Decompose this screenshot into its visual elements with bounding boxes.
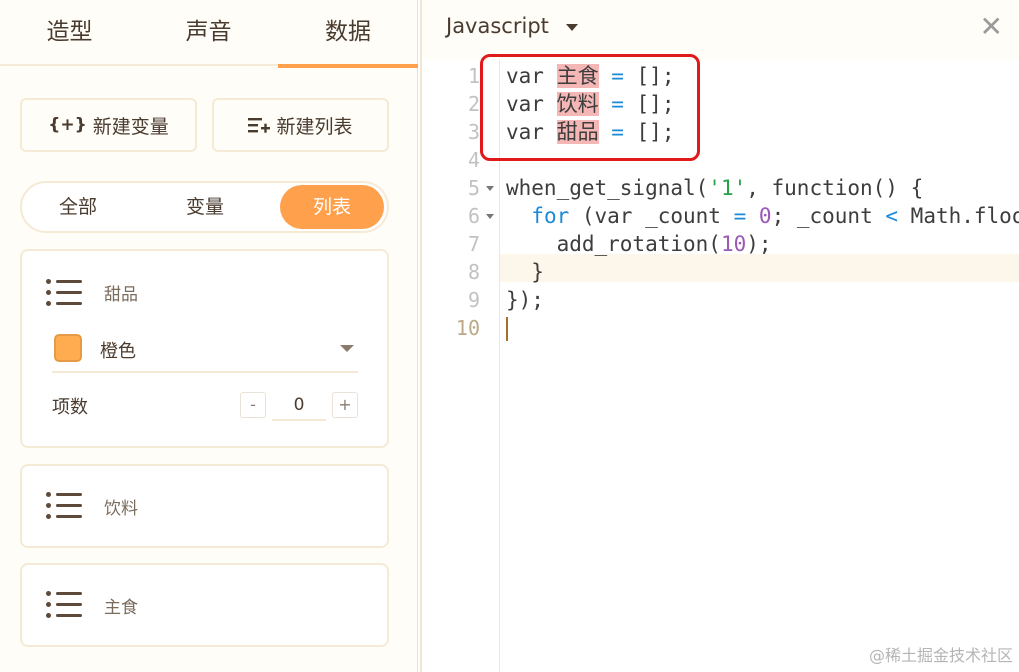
panel-tabs: 造型 声音 数据 bbox=[0, 0, 418, 68]
line-number: 3 bbox=[467, 120, 480, 144]
item-count-label: 项数 bbox=[52, 397, 88, 418]
chevron-down-icon bbox=[340, 345, 354, 352]
editor-header: Javascript ✕ bbox=[422, 0, 1019, 60]
color-swatch bbox=[54, 334, 82, 362]
filter-lists[interactable]: 列表 bbox=[280, 185, 384, 229]
add-list-icon bbox=[248, 118, 271, 133]
code-line: for (var _count = 0; _count < Math.floor bbox=[531, 204, 1019, 228]
list-name: 甜品 bbox=[104, 285, 138, 305]
line-number: 1 bbox=[467, 64, 480, 88]
line-number: 8 bbox=[467, 260, 480, 284]
line-number: 9 bbox=[467, 288, 480, 312]
fold-toggle-icon[interactable] bbox=[486, 214, 494, 219]
filter-variables[interactable]: 变量 bbox=[153, 185, 257, 229]
chevron-down-icon[interactable] bbox=[566, 24, 578, 31]
filter-all[interactable]: 全部 bbox=[26, 185, 130, 229]
fold-toggle-icon[interactable] bbox=[486, 186, 494, 191]
watermark: @稀土掘金技术社区 bbox=[868, 646, 1013, 665]
list-card-dessert[interactable]: 甜品 橙色 项数 - 0 + bbox=[20, 249, 389, 448]
code-line: } bbox=[506, 260, 544, 284]
line-number: 6 bbox=[467, 204, 480, 228]
line-number: 2 bbox=[467, 92, 480, 116]
list-card-staple[interactable]: 主食 bbox=[20, 563, 389, 647]
item-count-input[interactable]: 0 bbox=[272, 391, 326, 421]
tab-sound[interactable]: 声音 bbox=[139, 0, 278, 66]
text-cursor bbox=[506, 317, 508, 341]
code-line: add_rotation(10); bbox=[506, 232, 772, 256]
line-number: 7 bbox=[467, 232, 480, 256]
filter-segmented-control: 全部 变量 列表 bbox=[20, 181, 389, 233]
language-select[interactable]: Javascript bbox=[446, 14, 549, 38]
tab-costume[interactable]: 造型 bbox=[0, 0, 139, 66]
code-line: when_get_signal('1', function() { bbox=[506, 176, 924, 200]
list-card-drinks[interactable]: 饮料 bbox=[20, 464, 389, 548]
tab-data[interactable]: 数据 bbox=[278, 0, 418, 68]
code-line: }); bbox=[506, 288, 544, 312]
new-list-button[interactable]: 新建列表 bbox=[212, 98, 389, 152]
data-panel: 造型 声音 数据 {+} 新建变量 新建列表 全部 变量 列表 甜品 橙色 项数… bbox=[0, 0, 418, 672]
new-variable-label: 新建变量 bbox=[92, 115, 169, 138]
list-name: 主食 bbox=[104, 598, 138, 618]
line-number: 4 bbox=[467, 148, 480, 172]
color-name: 橙色 bbox=[100, 341, 136, 362]
new-variable-button[interactable]: {+} 新建变量 bbox=[20, 98, 197, 152]
list-name: 饮料 bbox=[104, 499, 138, 519]
add-variable-icon: {+} bbox=[48, 115, 87, 135]
line-number: 5 bbox=[467, 176, 480, 200]
close-icon[interactable]: ✕ bbox=[980, 12, 1003, 42]
color-select[interactable]: 橙色 bbox=[52, 327, 358, 373]
increment-button[interactable]: + bbox=[332, 392, 358, 418]
list-icon bbox=[46, 279, 82, 307]
list-icon bbox=[46, 492, 82, 520]
new-list-label: 新建列表 bbox=[276, 115, 353, 138]
line-number: 10 bbox=[455, 316, 480, 340]
list-icon bbox=[46, 591, 82, 619]
annotation-highlight-box bbox=[480, 54, 700, 161]
decrement-button[interactable]: - bbox=[240, 392, 266, 418]
